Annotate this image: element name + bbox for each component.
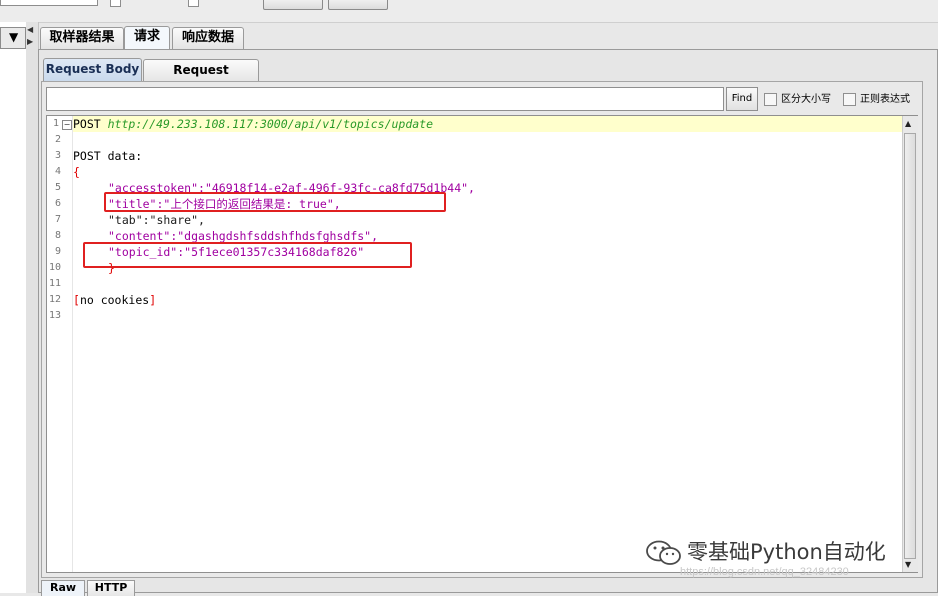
regex-checkbox[interactable] — [843, 93, 856, 106]
code-line-1: POST http://49.233.108.117:3000/api/v1/t… — [73, 116, 433, 132]
code-line-7: "tab":"share", — [108, 213, 205, 227]
annotation-box-title — [104, 192, 446, 212]
code-line-3: POST data: — [73, 149, 143, 163]
line-number: 11 — [48, 278, 61, 289]
collapse-left-icon[interactable]: ◀ — [27, 25, 33, 34]
line-number: 5 — [54, 182, 61, 193]
line-number: 3 — [54, 150, 61, 161]
regex-label: 正则表达式 — [860, 94, 910, 105]
http-method: POST — [73, 117, 108, 131]
watermark-text: 零基础Python自动化 — [687, 540, 886, 564]
watermark-url: https://blog.csdn.net/qq_32484230 — [680, 566, 849, 578]
case-sensitive-label: 区分大小写 — [781, 94, 831, 105]
tab-request[interactable]: 请求 — [124, 26, 170, 50]
code-line-12: [no cookies] — [73, 292, 156, 308]
top-field[interactable] — [0, 0, 98, 6]
line-number: 9 — [54, 246, 61, 257]
top-checkbox-2[interactable] — [188, 0, 199, 7]
wechat-logo-icon — [646, 540, 681, 565]
line-number: 12 — [48, 294, 61, 305]
scroll-up-icon[interactable]: ▲ — [905, 119, 911, 128]
line-number: 2 — [54, 134, 61, 145]
line-number: 6 — [54, 198, 61, 209]
line-number: 13 — [48, 310, 61, 321]
line-number: 4 — [54, 166, 61, 177]
line-number: 10 — [48, 262, 61, 273]
code-line-4: { — [73, 165, 80, 179]
request-url: http://49.233.108.117:3000/api/v1/topics… — [107, 117, 434, 131]
tab-response-data[interactable]: 响应数据 — [172, 27, 244, 49]
find-button[interactable]: Find — [726, 87, 758, 111]
top-toolbar-strip — [0, 0, 938, 23]
line-number: 8 — [54, 230, 61, 241]
top-checkbox-1[interactable] — [110, 0, 121, 7]
annotation-box-topic-id — [83, 242, 412, 268]
collapse-right-icon[interactable]: ▶ — [27, 37, 33, 46]
bracket: [ — [73, 293, 80, 307]
fold-collapse-icon[interactable]: − — [62, 120, 72, 130]
cookies-text: no cookies — [79, 293, 150, 307]
bracket: ] — [149, 293, 157, 307]
top-button-1[interactable] — [263, 0, 323, 10]
left-tree-panel — [0, 22, 27, 593]
left-dropdown[interactable]: ▼ — [0, 27, 26, 49]
chevron-down-icon: ▼ — [9, 30, 19, 44]
tab-http[interactable]: HTTP — [87, 580, 135, 596]
json-value: :"dgashgdshfsddshfhdsfghsdfs", — [170, 229, 379, 243]
tab-sampler-result[interactable]: 取样器结果 — [40, 27, 124, 49]
json-key: "content" — [108, 229, 171, 243]
tab-raw[interactable]: Raw — [41, 580, 85, 596]
top-button-2[interactable] — [328, 0, 388, 10]
search-input[interactable] — [46, 87, 724, 111]
scrollbar-thumb[interactable] — [904, 133, 916, 559]
line-number: 7 — [54, 214, 61, 225]
line-number: 1 — [52, 118, 59, 129]
case-sensitive-checkbox[interactable] — [764, 93, 777, 106]
tab-request-body[interactable]: Request Body — [43, 58, 142, 82]
tab-request-headers[interactable]: Request Headers — [143, 59, 259, 97]
